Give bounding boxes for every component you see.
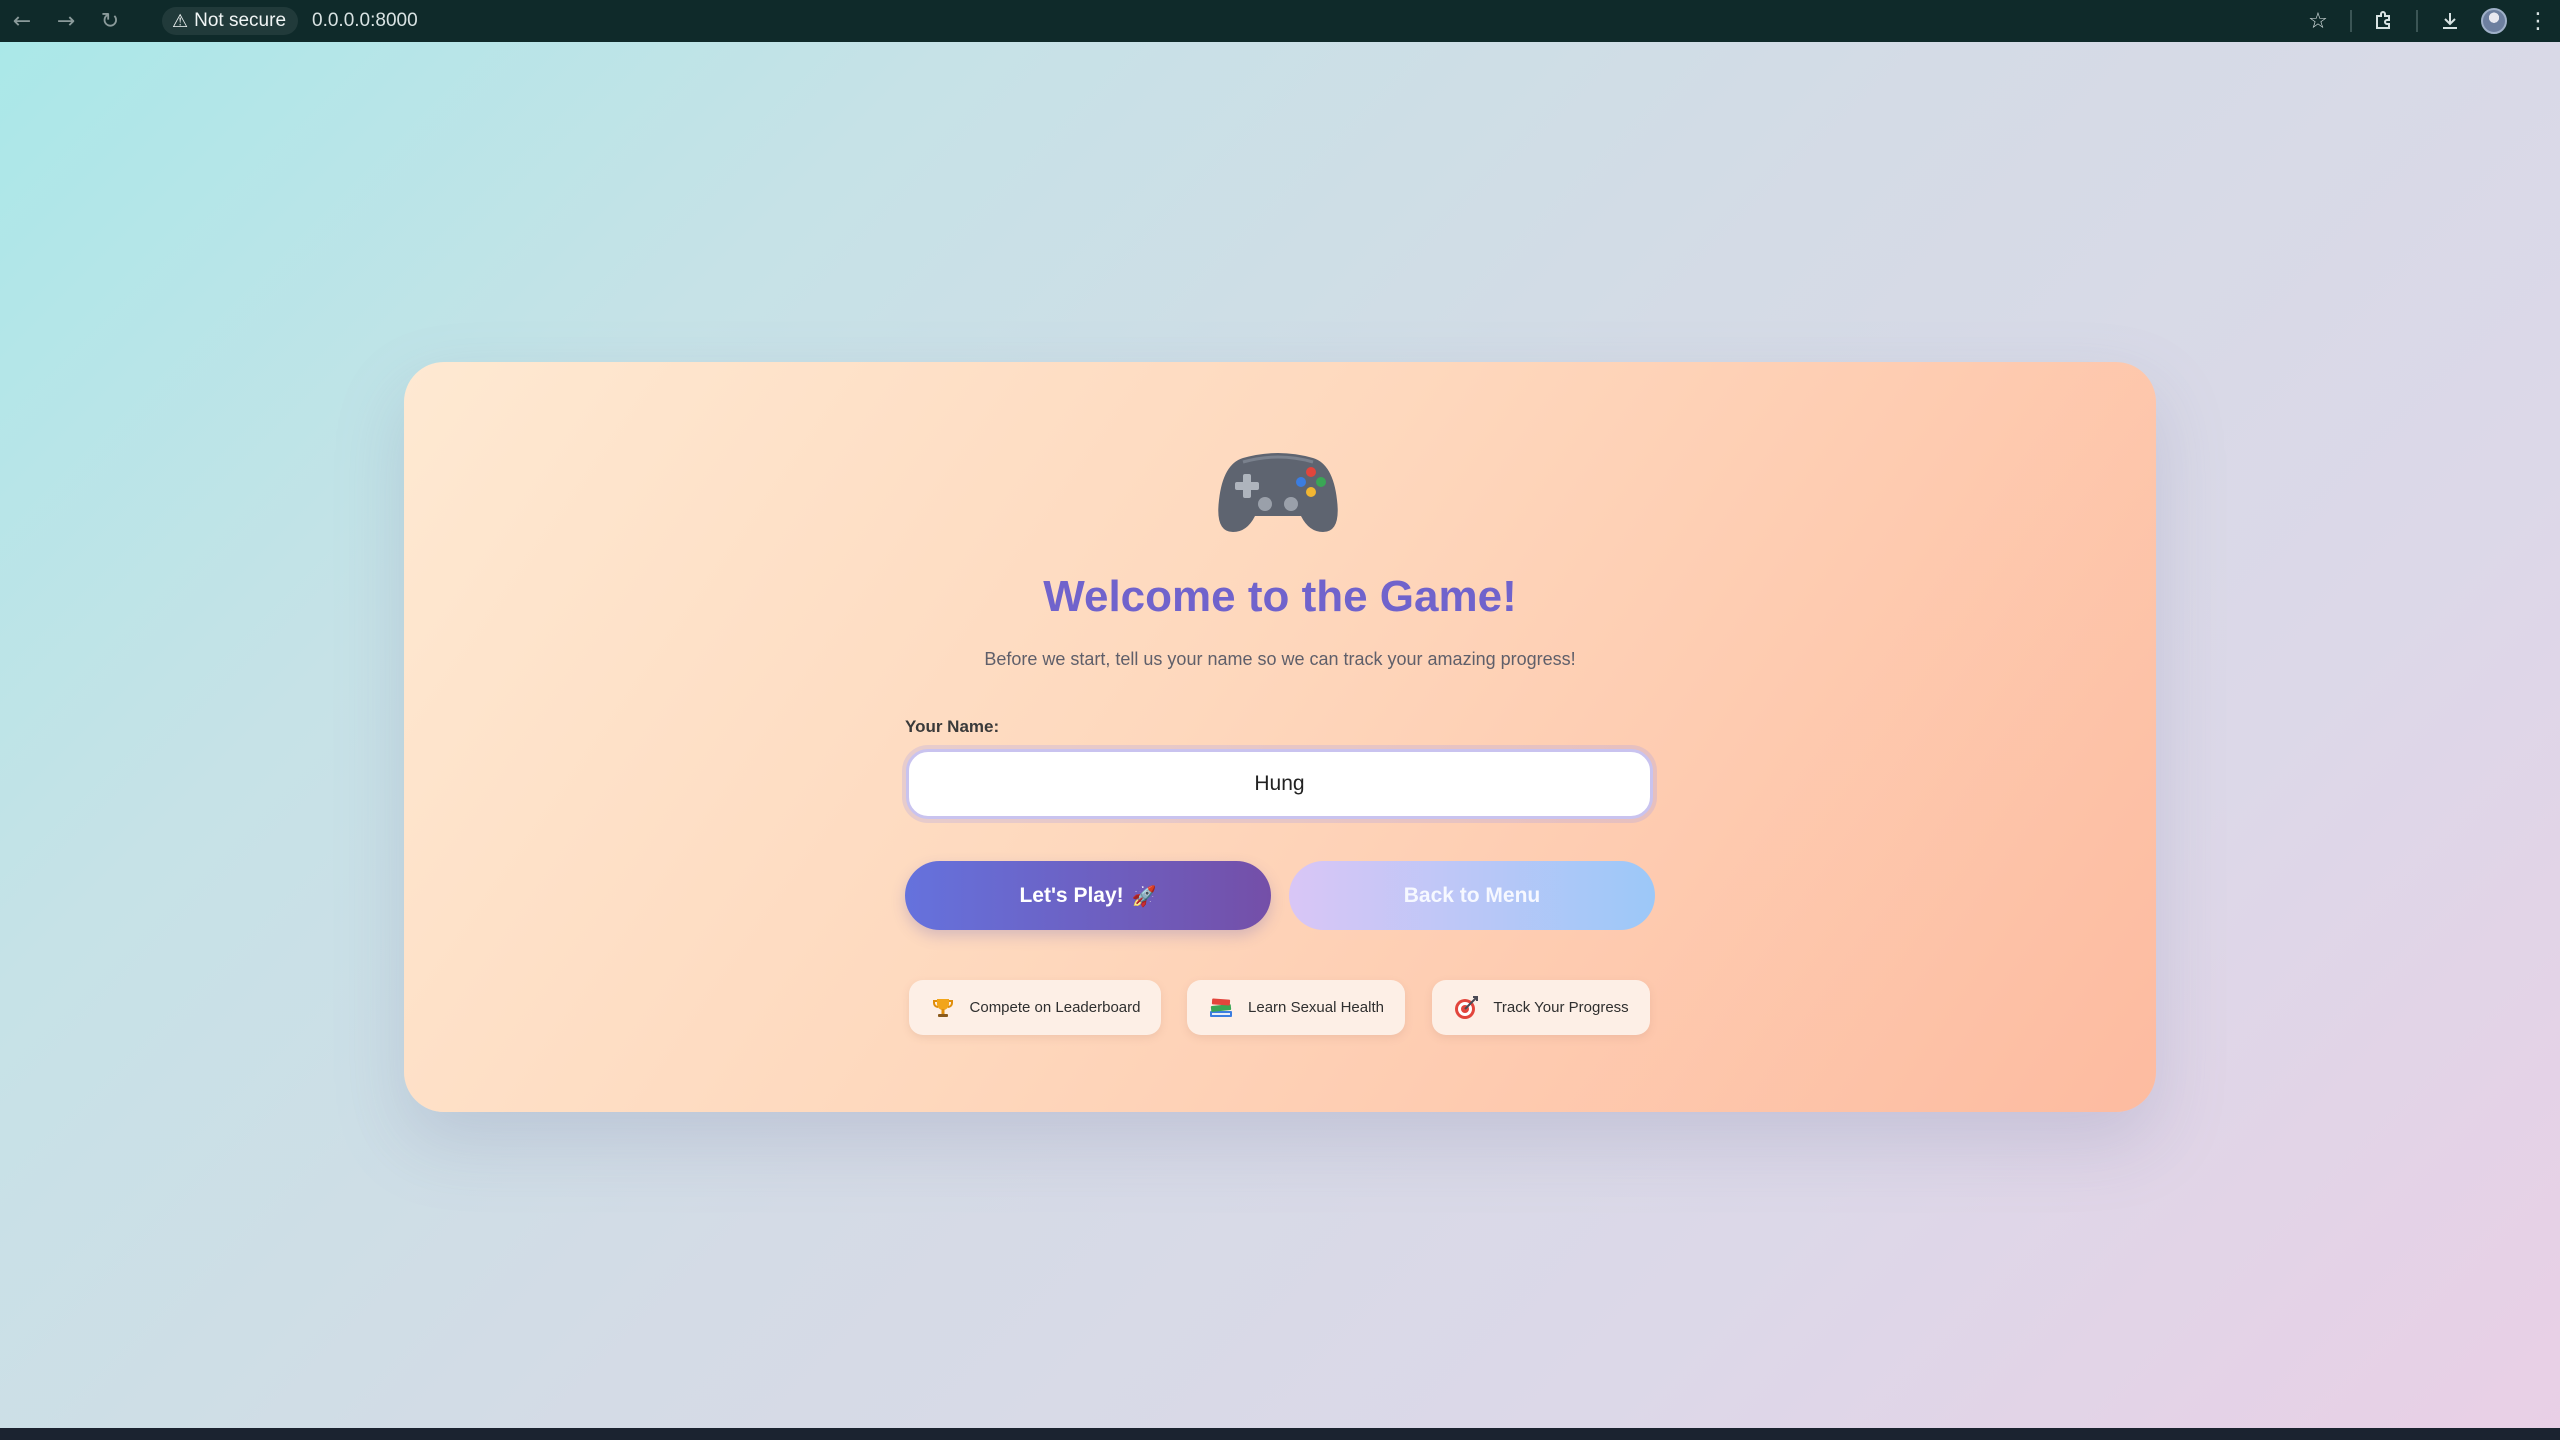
lets-play-label: Let's Play! xyxy=(1019,883,1124,907)
feature-label: Track Your Progress xyxy=(1493,999,1629,1016)
trophy-icon xyxy=(930,995,956,1021)
security-label: Not secure xyxy=(194,10,287,31)
feature-pill-progress: Track Your Progress xyxy=(1432,980,1650,1035)
books-icon xyxy=(1208,995,1234,1021)
rocket-icon: 🚀 xyxy=(1131,883,1157,908)
feature-label: Compete on Leaderboard xyxy=(969,999,1141,1016)
extensions-icon[interactable] xyxy=(2362,0,2406,42)
download-icon[interactable] xyxy=(2428,0,2472,42)
back-arrow-icon[interactable]: ← xyxy=(0,0,44,42)
lets-play-button[interactable]: Let's Play! 🚀 xyxy=(905,861,1271,930)
name-input[interactable] xyxy=(906,749,1653,819)
url-text[interactable]: 0.0.0.0:8000 xyxy=(312,10,418,32)
gamepad-icon xyxy=(1218,453,1338,532)
page-subtitle: Before we start, tell us your name so we… xyxy=(984,649,1576,669)
toolbar-divider xyxy=(2350,10,2352,32)
toolbar-divider xyxy=(2416,10,2418,32)
feature-pill-learn: Learn Sexual Health xyxy=(1187,980,1405,1035)
feature-label: Learn Sexual Health xyxy=(1248,999,1384,1016)
address-bar[interactable]: ⚠ Not secure 0.0.0.0:8000 xyxy=(162,5,2462,37)
os-taskbar xyxy=(0,1428,2560,1440)
feature-pill-leaderboard: Compete on Leaderboard xyxy=(909,980,1161,1035)
back-to-menu-label: Back to Menu xyxy=(1403,883,1541,907)
menu-kebab-icon[interactable]: ⋮ xyxy=(2516,0,2560,42)
back-to-menu-button[interactable]: Back to Menu xyxy=(1289,861,1655,930)
forward-arrow-icon[interactable]: → xyxy=(44,0,88,42)
browser-toolbar: ← → ↻ ⚠ Not secure 0.0.0.0:8000 ☆ ⋮ xyxy=(0,0,2560,42)
warning-icon: ⚠ xyxy=(172,10,189,32)
name-field-label: Your Name: xyxy=(905,717,1000,736)
reload-icon[interactable]: ↻ xyxy=(88,0,132,42)
bookmark-star-icon[interactable]: ☆ xyxy=(2296,0,2340,42)
security-indicator[interactable]: ⚠ Not secure xyxy=(162,7,299,35)
profile-avatar[interactable] xyxy=(2472,0,2516,42)
page-title: Welcome to the Game! xyxy=(1043,572,1517,621)
target-icon xyxy=(1453,995,1479,1021)
